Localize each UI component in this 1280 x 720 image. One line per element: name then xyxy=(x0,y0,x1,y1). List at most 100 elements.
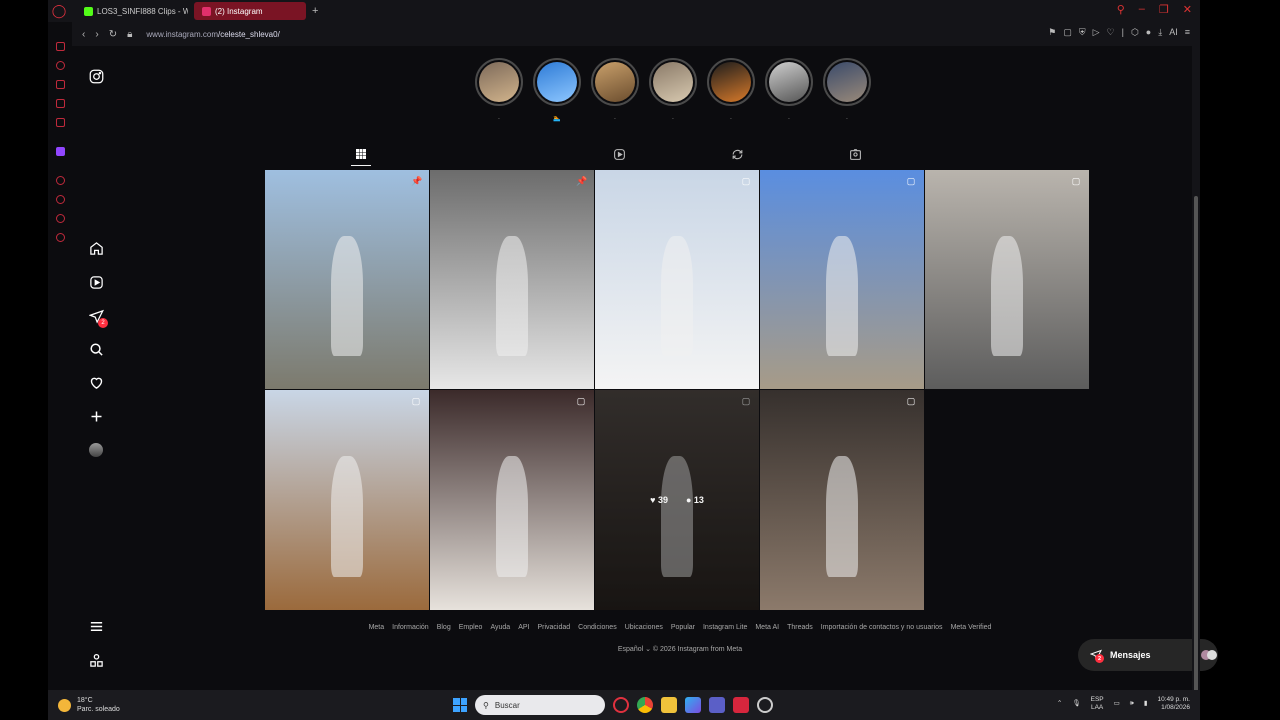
footer-link[interactable]: Meta xyxy=(369,624,385,631)
history-icon[interactable] xyxy=(55,61,65,70)
footer-link[interactable]: Popular xyxy=(671,624,695,631)
post-thumbnail[interactable]: 📌 xyxy=(265,170,429,389)
story-highlight[interactable]: . xyxy=(823,58,871,121)
post-thumbnail[interactable]: ▢ xyxy=(430,390,594,610)
footer-link[interactable]: Ayuda xyxy=(490,624,510,631)
post-thumbnail[interactable]: ▢ xyxy=(925,170,1089,389)
copilot-icon[interactable] xyxy=(685,697,701,713)
wps-icon[interactable] xyxy=(733,697,749,713)
more-menu-icon[interactable] xyxy=(86,616,106,636)
footer-link[interactable]: API xyxy=(518,624,529,631)
forward-icon[interactable]: › xyxy=(95,29,98,40)
posts-grid-tab[interactable] xyxy=(351,142,371,166)
battery-icon[interactable]: ▮ xyxy=(1144,700,1148,708)
download-icon[interactable]: ⤓ xyxy=(1158,27,1162,38)
page-scrollbar[interactable] xyxy=(1192,46,1200,696)
reload-icon[interactable]: ↻ xyxy=(109,29,117,40)
reels-tab-icon[interactable] xyxy=(609,142,629,166)
twitch-icon[interactable] xyxy=(55,147,65,156)
footer-link[interactable]: Instagram Lite xyxy=(703,624,747,631)
post-thumbnail[interactable]: ▢ xyxy=(265,390,429,610)
also-from-meta-icon[interactable] xyxy=(86,650,106,670)
menu-icon[interactable]: ≡ xyxy=(1185,27,1190,38)
messages-icon[interactable]: 2 xyxy=(86,306,108,328)
opera-menu-icon[interactable]: ◯ xyxy=(48,0,70,22)
tab-kick[interactable]: LOS3_SINFI888 Clips - Wa xyxy=(76,2,188,20)
story-avatar xyxy=(823,58,871,106)
footer-link[interactable]: Blog xyxy=(437,624,451,631)
workspace-icon[interactable] xyxy=(55,80,65,89)
language-select[interactable]: Español xyxy=(618,646,643,653)
footer-link[interactable]: Meta AI xyxy=(755,624,779,631)
back-icon[interactable]: ‹ xyxy=(82,29,85,40)
weather-widget[interactable]: 18°C Parc. soleado xyxy=(58,696,120,714)
home-icon[interactable] xyxy=(86,238,106,258)
close-button[interactable]: ✕ xyxy=(1183,3,1192,16)
post-thumbnail[interactable]: 📌 xyxy=(430,170,594,389)
post-thumbnail[interactable]: ▢ xyxy=(760,390,924,610)
settings-app-icon[interactable] xyxy=(757,697,773,713)
file-explorer-icon[interactable] xyxy=(661,697,677,713)
instagram-logo-icon[interactable] xyxy=(86,66,106,86)
volume-icon[interactable]: 🕪︎ xyxy=(1130,700,1134,708)
story-highlight[interactable]: 🏊 xyxy=(533,58,581,122)
footer-link[interactable]: Threads xyxy=(787,624,813,631)
heart-icon[interactable]: ♡ xyxy=(1107,27,1115,38)
teams-icon[interactable] xyxy=(709,697,725,713)
language-indicator[interactable]: ESP LAA xyxy=(1091,696,1104,712)
search-icon[interactable] xyxy=(86,339,106,359)
sun-icon xyxy=(58,698,71,712)
settings-icon[interactable] xyxy=(55,233,65,242)
profile-avatar-icon[interactable] xyxy=(86,440,106,460)
bookmark-icon[interactable]: ▢ xyxy=(1063,27,1072,38)
opera-app-icon[interactable] xyxy=(613,697,629,713)
network-icon[interactable]: ▭ xyxy=(1114,700,1120,708)
clock[interactable]: 10:49 p. m. 1/08/2026 xyxy=(1157,696,1190,712)
footer-link[interactable]: Importación de contactos y no usuarios xyxy=(821,624,943,631)
post-thumbnail[interactable]: ▢ xyxy=(595,170,759,389)
play-icon[interactable]: ▷ xyxy=(1093,27,1100,38)
footer-link[interactable]: Meta Verified xyxy=(951,624,992,631)
search-tabs-icon[interactable]: ⚲ xyxy=(1117,3,1125,16)
tab-instagram[interactable]: (2) Instagram xyxy=(194,2,306,20)
messenger-icon[interactable] xyxy=(55,99,65,108)
taskbar-apps: ⚲ Buscar xyxy=(453,695,773,715)
story-highlight[interactable]: . xyxy=(707,58,755,121)
taskbar-search[interactable]: ⚲ Buscar xyxy=(475,695,605,715)
post-thumbnail[interactable]: ▢ ♥ 39 ● 13 xyxy=(595,390,759,610)
reels-icon[interactable] xyxy=(86,272,106,292)
minimize-button[interactable]: – xyxy=(1139,3,1145,16)
heart-icon[interactable] xyxy=(86,372,106,392)
extension-icon[interactable] xyxy=(55,214,65,223)
create-icon[interactable] xyxy=(86,406,106,426)
windows-start-icon[interactable] xyxy=(453,698,467,712)
shield-icon[interactable]: ⛨ xyxy=(1079,27,1086,38)
story-highlight[interactable]: . xyxy=(765,58,813,121)
footer-link[interactable]: Privacidad xyxy=(537,624,570,631)
story-highlight[interactable]: . xyxy=(591,58,639,121)
microphone-icon[interactable]: 🎙︎ xyxy=(1072,700,1080,708)
footer-link[interactable]: Información xyxy=(392,624,429,631)
aria-icon[interactable] xyxy=(55,42,65,51)
chevron-up-icon[interactable]: ⌃ xyxy=(1057,700,1062,708)
player-icon[interactable] xyxy=(55,118,65,127)
scrollbar-thumb[interactable] xyxy=(1194,196,1198,696)
footer-link[interactable]: Empleo xyxy=(459,624,483,631)
reposts-tab-icon[interactable] xyxy=(727,142,747,166)
vpn-icon[interactable] xyxy=(55,176,65,185)
maximize-button[interactable]: ❐ xyxy=(1159,3,1169,16)
chrome-app-icon[interactable] xyxy=(637,697,653,713)
ai-button[interactable]: AI xyxy=(1169,27,1178,38)
clock-icon[interactable] xyxy=(55,195,65,204)
new-tab-button[interactable]: + xyxy=(312,5,318,17)
post-thumbnail[interactable]: ▢ xyxy=(760,170,924,389)
tagged-tab-icon[interactable] xyxy=(845,142,865,166)
story-highlight[interactable]: . xyxy=(649,58,697,121)
pin-icon[interactable]: ⚑ xyxy=(1048,27,1056,38)
account-icon[interactable]: ● xyxy=(1146,27,1151,38)
url-field[interactable]: www.instagram.com/celeste_shleva0/ xyxy=(146,30,279,39)
extensions-icon[interactable]: ⬡ xyxy=(1131,27,1139,38)
footer-link[interactable]: Ubicaciones xyxy=(625,624,663,631)
story-highlight[interactable]: . xyxy=(475,58,523,121)
footer-link[interactable]: Condiciones xyxy=(578,624,617,631)
